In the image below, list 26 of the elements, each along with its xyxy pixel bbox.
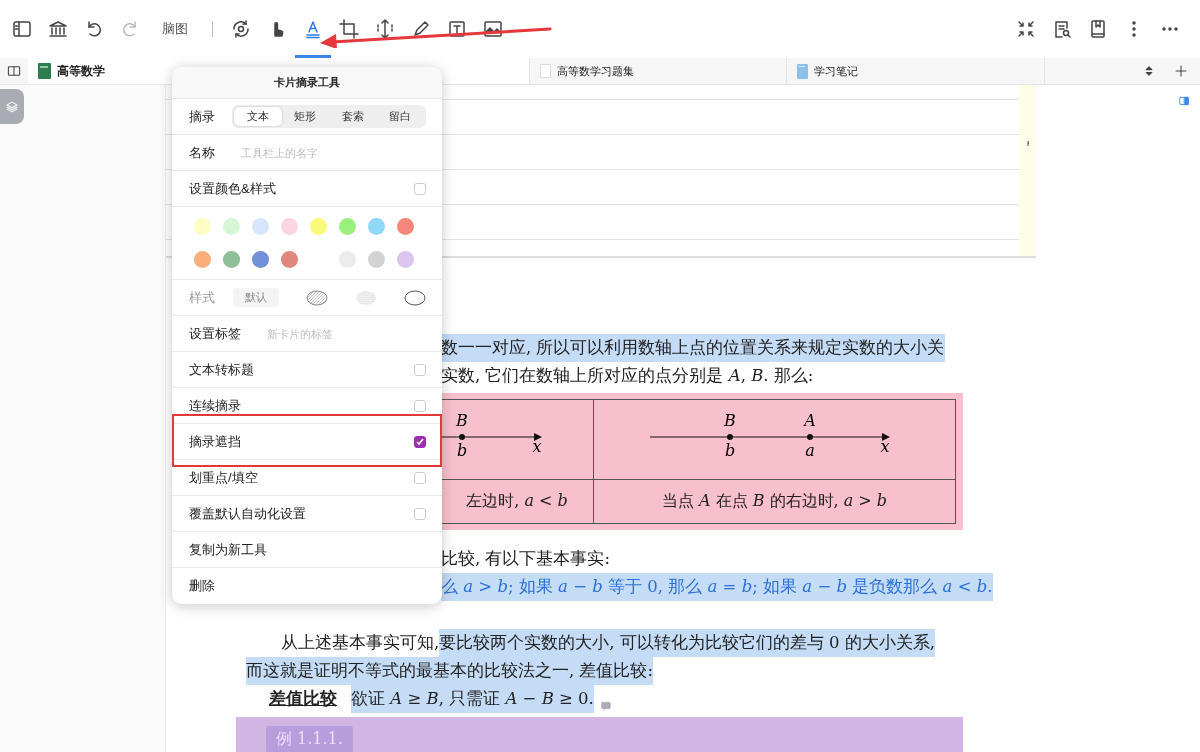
term-label: 差值比较 [269, 688, 337, 710]
row-label: 连续摘录 [189, 396, 241, 415]
row-label: 摘录 [189, 107, 215, 126]
popup-title: 卡片摘录工具 [274, 75, 340, 90]
row-label: 文本转标题 [189, 360, 254, 379]
row-label: 划重点/填空 [189, 468, 258, 487]
point-label: B [723, 411, 736, 430]
row-label: 设置标签 [189, 324, 241, 343]
point-label: a [804, 441, 815, 460]
row-label: 覆盖默认自动化设置 [189, 504, 306, 523]
row-label: 名称 [189, 143, 215, 162]
text-line: 从上述基本事实可知, [281, 632, 440, 654]
row-label: 摘录遮挡 [189, 432, 241, 451]
point-label: B [456, 411, 468, 430]
text-line: 比较, 有以下基本事实: [441, 548, 611, 570]
point-label: A [803, 411, 816, 430]
row-label: 设置颜色&样式 [189, 179, 276, 198]
example-label: 例 1.1.1. [266, 726, 353, 752]
axis-label: x [880, 437, 889, 456]
point-label: b [724, 441, 735, 460]
table-cell: 当点 A 在点 B 的右边时, a > b [661, 491, 888, 510]
table-cell: 左边时, a < b [466, 491, 568, 510]
point-label: b [456, 441, 468, 460]
axis-label: x [532, 437, 542, 456]
row-label: 样式 [189, 288, 215, 307]
text-line: 实数, 它们在数轴上所对应的点分别是 A, B. 那么: [441, 365, 814, 387]
